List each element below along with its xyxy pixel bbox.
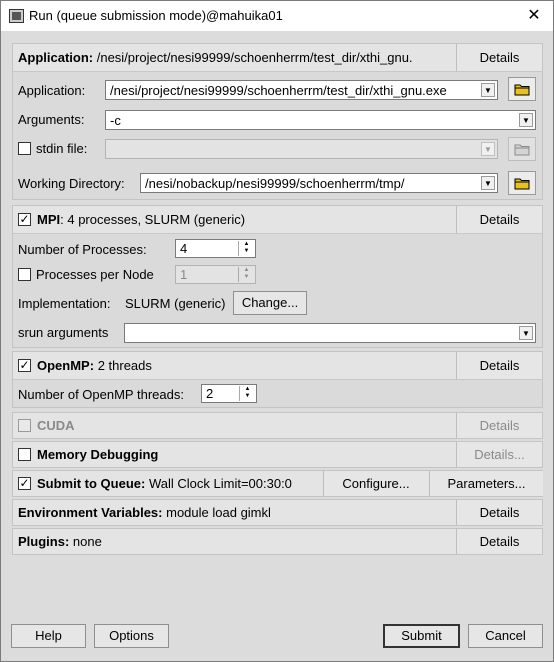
application-header-value: /nesi/project/nesi99999/schoenherrm/test… bbox=[96, 50, 413, 65]
working-directory-label: Working Directory: bbox=[18, 176, 125, 191]
arguments-combo[interactable]: -c ▼ bbox=[105, 110, 536, 130]
app-window-icon bbox=[9, 9, 24, 23]
application-combo[interactable]: /nesi/project/nesi99999/schoenherrm/test… bbox=[105, 80, 498, 100]
stdin-combo[interactable]: ▼ bbox=[105, 139, 498, 159]
working-directory-value: /nesi/nobackup/nesi99999/schoenherrm/tmp… bbox=[145, 176, 405, 191]
mpi-header: ✓ MPI: 4 processes, SLURM (generic) Deta… bbox=[13, 206, 542, 234]
mpi-details-button[interactable]: Details bbox=[456, 206, 542, 233]
working-directory-combo[interactable]: /nesi/nobackup/nesi99999/schoenherrm/tmp… bbox=[140, 173, 498, 193]
submit-queue-label: Submit to Queue: bbox=[37, 476, 146, 491]
chevron-down-icon[interactable]: ▼ bbox=[519, 326, 533, 340]
implementation-value: SLURM (generic) bbox=[125, 296, 226, 311]
number-of-processes-value: 4 bbox=[180, 241, 188, 256]
memory-debugging-section: Memory Debugging Details... bbox=[12, 441, 543, 468]
environment-variables-section: Environment Variables: module load gimkl… bbox=[12, 499, 543, 526]
plugins-value: none bbox=[72, 534, 102, 549]
openmp-header: ✓ OpenMP: 2 threads Details bbox=[13, 352, 542, 380]
openmp-summary: 2 threads bbox=[97, 358, 152, 373]
application-header-label: Application: bbox=[18, 50, 94, 65]
srun-arguments-label: srun arguments bbox=[18, 325, 109, 340]
spin-arrows-icon[interactable]: ▲ ▼ bbox=[238, 241, 254, 256]
cuda-checkbox bbox=[18, 419, 31, 432]
memory-debugging-label: Memory Debugging bbox=[37, 447, 159, 462]
openmp-label: OpenMP: bbox=[37, 358, 95, 373]
implementation-label: Implementation: bbox=[18, 296, 111, 311]
application-section: Application: /nesi/project/nesi99999/sch… bbox=[12, 43, 543, 200]
number-of-processes-spinbox[interactable]: 4 ▲ ▼ bbox=[175, 239, 256, 258]
cuda-section: CUDA Details bbox=[12, 412, 543, 439]
openmp-section: ✓ OpenMP: 2 threads Details Number of Op… bbox=[12, 351, 543, 408]
srun-arguments-combo[interactable]: ▼ bbox=[124, 323, 536, 343]
application-value: /nesi/project/nesi99999/schoenherrm/test… bbox=[110, 83, 447, 98]
application-details-button[interactable]: Details bbox=[456, 44, 542, 71]
queue-parameters-button[interactable]: Parameters... bbox=[429, 471, 543, 496]
browse-working-directory-button[interactable] bbox=[508, 171, 536, 195]
application-header: Application: /nesi/project/nesi99999/sch… bbox=[13, 44, 542, 72]
change-implementation-button[interactable]: Change... bbox=[233, 291, 307, 315]
mpi-summary: : 4 processes, SLURM (generic) bbox=[60, 212, 246, 227]
title-bar: Run (queue submission mode)@mahuika01 ✕ bbox=[1, 1, 553, 31]
mpi-section: ✓ MPI: 4 processes, SLURM (generic) Deta… bbox=[12, 205, 543, 348]
spin-arrows-icon: ▲ ▼ bbox=[238, 267, 254, 282]
chevron-down-icon[interactable]: ▼ bbox=[481, 83, 495, 97]
cuda-label: CUDA bbox=[37, 418, 75, 433]
cuda-details-button: Details bbox=[456, 413, 542, 438]
cancel-button[interactable]: Cancel bbox=[468, 624, 543, 648]
spin-arrows-icon[interactable]: ▲ ▼ bbox=[239, 386, 255, 401]
folder-icon bbox=[514, 84, 530, 95]
plugins-label: Plugins: bbox=[18, 534, 70, 549]
options-button[interactable]: Options bbox=[94, 624, 169, 648]
number-of-processes-label: Number of Processes: bbox=[18, 242, 147, 257]
processes-per-node-spinbox[interactable]: 1 ▲ ▼ bbox=[175, 265, 256, 284]
environment-variables-label: Environment Variables: bbox=[18, 505, 163, 520]
processes-per-node-label: Processes per Node bbox=[36, 267, 154, 282]
chevron-down-icon: ▼ bbox=[481, 142, 495, 156]
browse-application-button[interactable] bbox=[508, 77, 536, 101]
arguments-value: -c bbox=[110, 113, 121, 128]
mpi-label: MPI bbox=[37, 212, 61, 227]
submit-queue-summary: Wall Clock Limit=00:30:0 bbox=[148, 476, 292, 491]
openmp-threads-spinbox[interactable]: 2 ▲ ▼ bbox=[201, 384, 257, 403]
configure-queue-button[interactable]: Configure... bbox=[323, 471, 428, 496]
chevron-down-icon[interactable]: ▼ bbox=[481, 176, 495, 190]
plugins-details-button[interactable]: Details bbox=[456, 529, 542, 554]
openmp-checkbox[interactable]: ✓ bbox=[18, 359, 31, 372]
openmp-threads-label: Number of OpenMP threads: bbox=[18, 387, 184, 402]
plugins-section: Plugins: none Details bbox=[12, 528, 543, 555]
browse-stdin-button[interactable] bbox=[508, 137, 536, 161]
openmp-details-button[interactable]: Details bbox=[456, 352, 542, 379]
window-title: Run (queue submission mode)@mahuika01 bbox=[29, 8, 283, 23]
application-label: Application: bbox=[18, 83, 86, 98]
arguments-label: Arguments: bbox=[18, 112, 85, 127]
environment-variables-value: module load gimkl bbox=[166, 505, 271, 520]
help-button[interactable]: Help bbox=[11, 624, 86, 648]
close-icon[interactable]: ✕ bbox=[523, 5, 545, 27]
memory-debugging-checkbox[interactable] bbox=[18, 448, 31, 461]
stdin-label: stdin file: bbox=[36, 141, 88, 156]
environment-variables-details-button[interactable]: Details bbox=[456, 500, 542, 525]
submit-queue-section: ✓ Submit to Queue: Wall Clock Limit=00:3… bbox=[12, 470, 543, 497]
submit-button[interactable]: Submit bbox=[383, 624, 460, 648]
run-dialog: Run (queue submission mode)@mahuika01 ✕ … bbox=[0, 0, 554, 662]
stdin-checkbox[interactable] bbox=[18, 142, 31, 155]
processes-per-node-value: 1 bbox=[180, 267, 188, 282]
openmp-threads-value: 2 bbox=[206, 386, 214, 401]
mpi-checkbox[interactable]: ✓ bbox=[18, 213, 31, 226]
memory-debugging-details-button: Details... bbox=[456, 442, 542, 467]
folder-icon bbox=[514, 178, 530, 189]
processes-per-node-checkbox[interactable] bbox=[18, 268, 31, 281]
submit-queue-checkbox[interactable]: ✓ bbox=[18, 477, 31, 490]
chevron-down-icon[interactable]: ▼ bbox=[519, 113, 533, 127]
folder-icon bbox=[514, 144, 530, 155]
